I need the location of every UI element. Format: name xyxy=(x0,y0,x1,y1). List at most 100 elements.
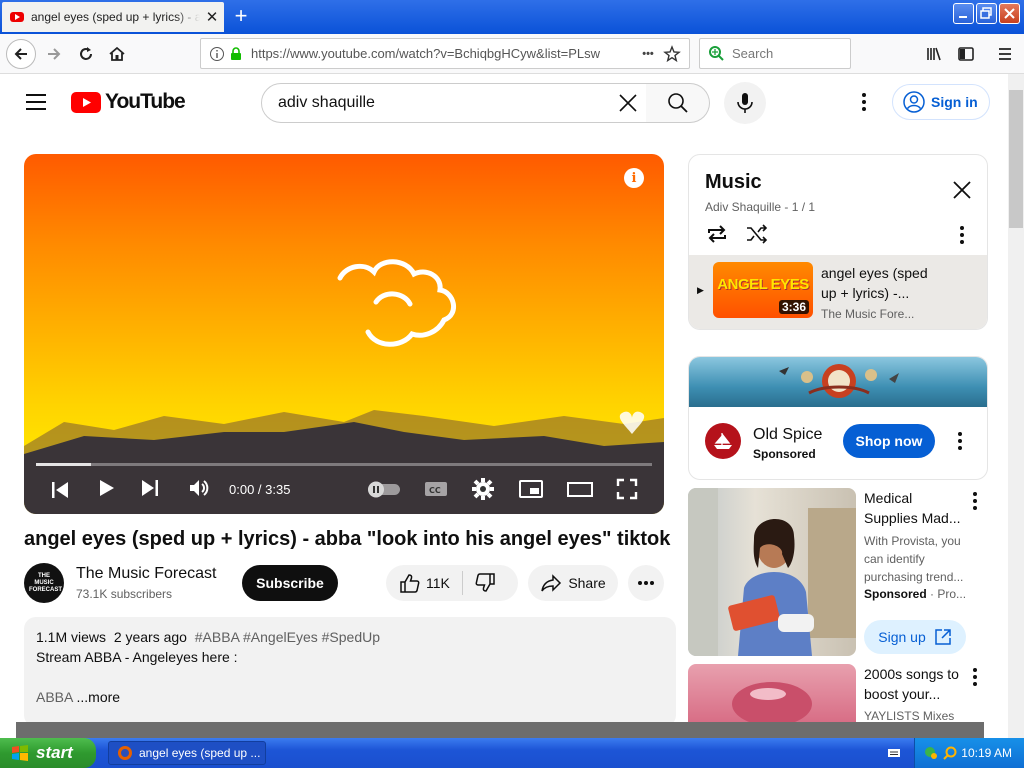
hashtags[interactable]: #ABBA #AngelEyes #SpedUp xyxy=(195,629,380,645)
show-more-link[interactable]: ...more xyxy=(76,689,120,705)
sign-up-button[interactable]: Sign up xyxy=(864,620,966,654)
autoplay-toggle-icon xyxy=(368,481,400,498)
info-icon[interactable]: i xyxy=(624,168,644,188)
lips-thumbnail-illustration xyxy=(732,682,812,722)
dislike-button[interactable] xyxy=(463,572,497,594)
fullscreen-button[interactable] xyxy=(616,478,638,500)
sign-in-label: Sign in xyxy=(931,94,978,110)
tab-title: angel eyes (sped up + lyrics) - abba xyxy=(31,10,200,24)
more-horizontal-icon xyxy=(638,581,654,585)
page-actions-icon[interactable]: ••• xyxy=(635,48,661,60)
loop-button[interactable] xyxy=(705,223,729,245)
maximize-button[interactable] xyxy=(976,3,997,24)
playlist-item-thumbnail: ANGEL EYES 3:36 xyxy=(713,262,813,318)
sponsored-video-thumbnail[interactable] xyxy=(688,488,856,656)
playlist-title[interactable]: Music xyxy=(705,171,762,194)
close-playlist-button[interactable] xyxy=(951,179,973,201)
horizontal-scrollbar[interactable] xyxy=(16,722,984,738)
guide-menu-button[interactable] xyxy=(24,92,48,112)
like-button[interactable]: 11K xyxy=(398,571,463,595)
clear-search-icon[interactable] xyxy=(616,91,640,115)
youtube-search-button[interactable] xyxy=(646,83,710,123)
system-tray: 10:19 AM xyxy=(888,738,1024,768)
more-actions-button[interactable] xyxy=(628,565,664,601)
search-icon xyxy=(667,93,688,113)
shuffle-button[interactable] xyxy=(745,223,769,245)
channel-name[interactable]: The Music Forecast xyxy=(76,565,216,583)
ad-more-icon[interactable] xyxy=(955,431,965,451)
new-tab-button[interactable]: + xyxy=(228,4,254,30)
playlist-more-icon[interactable] xyxy=(957,225,967,245)
next-button[interactable] xyxy=(140,478,160,498)
tab-close-icon[interactable]: ✕ xyxy=(200,8,224,26)
settings-more-icon[interactable] xyxy=(854,92,874,112)
nurse-illustration xyxy=(688,488,856,656)
keyboard-icon xyxy=(888,749,900,757)
account-icon xyxy=(903,91,925,113)
browser-search-field[interactable]: Search xyxy=(699,38,851,69)
mute-button[interactable] xyxy=(188,478,210,498)
description-box[interactable]: 1.1M views 2 years ago #ABBA #AngelEyes … xyxy=(24,617,676,727)
youtube-favicon-icon xyxy=(10,12,24,22)
fullscreen-icon xyxy=(616,478,638,500)
url-bar[interactable]: https://www.youtube.com/watch?v=BchiqbgH… xyxy=(200,38,690,69)
miniplayer-button[interactable] xyxy=(518,478,544,500)
sidebar-video-2-more-icon[interactable] xyxy=(970,668,980,686)
video-player[interactable]: i 0:00 / 3:35 CC xyxy=(24,154,664,514)
playlist-panel: Music Adiv Shaquille - 1 / 1 ▶ ANGEL EYE… xyxy=(688,154,988,330)
sidebar-video-2-title[interactable]: 2000s songs to boost your... xyxy=(864,664,968,704)
library-button[interactable] xyxy=(920,40,948,68)
playlist-subtitle: Adiv Shaquille - 1 / 1 xyxy=(705,200,816,214)
thumbs-down-icon xyxy=(475,573,495,592)
now-playing-indicator-icon: ▶ xyxy=(697,285,704,295)
sidebar-video-title[interactable]: Medical Supplies Mad... xyxy=(864,488,966,528)
sidebar-video-2-thumbnail[interactable] xyxy=(688,664,856,722)
playlist-item-current[interactable]: ▶ ANGEL EYES 3:36 angel eyes (sped up + … xyxy=(689,255,987,329)
sidebar-icon xyxy=(958,47,974,61)
forward-button[interactable] xyxy=(40,40,68,68)
windows-logo-icon xyxy=(12,745,28,761)
reload-button[interactable] xyxy=(72,40,100,68)
youtube-logo[interactable]: YouTube xyxy=(71,90,186,114)
channel-avatar[interactable]: THE MUSIC FORECAST xyxy=(24,563,64,603)
close-window-button[interactable] xyxy=(999,3,1020,24)
share-button[interactable]: Share xyxy=(528,565,618,601)
sidebar-video-more-icon[interactable] xyxy=(970,492,980,510)
microphone-icon xyxy=(737,93,753,113)
play-button[interactable] xyxy=(96,478,116,498)
video-frame-illustration xyxy=(24,259,664,514)
ad-card[interactable]: Old Spice Sponsored Shop now xyxy=(688,356,988,480)
minimize-button[interactable] xyxy=(953,3,974,24)
theater-mode-icon xyxy=(567,482,593,497)
settings-button[interactable] xyxy=(472,478,494,500)
browser-menu-button[interactable] xyxy=(991,40,1019,68)
like-dislike-group: 11K xyxy=(386,565,518,601)
description-line-2: ABBA xyxy=(36,689,73,705)
hamburger-menu-icon xyxy=(26,94,46,110)
start-button[interactable]: start xyxy=(0,738,96,768)
previous-button[interactable] xyxy=(50,478,70,502)
bookmark-star-icon[interactable] xyxy=(663,44,681,63)
skip-next-icon xyxy=(142,480,158,496)
back-button[interactable] xyxy=(6,39,36,69)
subtitles-button[interactable]: CC xyxy=(424,480,448,498)
taskbar-firefox-task[interactable]: angel eyes (sped up ... xyxy=(108,741,266,765)
library-icon xyxy=(927,47,941,61)
advertiser-logo[interactable] xyxy=(705,423,741,459)
thumbs-up-icon xyxy=(400,574,420,593)
playlist-item-channel: The Music Fore... xyxy=(821,307,915,321)
page-scrollbar-thumb[interactable] xyxy=(1009,90,1023,228)
sidebar-toggle-button[interactable] xyxy=(952,40,980,68)
sign-in-button[interactable]: Sign in xyxy=(892,84,990,120)
svg-text:CC: CC xyxy=(429,486,441,495)
shop-now-button[interactable]: Shop now xyxy=(843,424,935,458)
youtube-search-input[interactable]: adiv shaquille xyxy=(261,83,647,123)
voice-search-button[interactable] xyxy=(724,82,766,124)
home-button[interactable] xyxy=(103,40,131,68)
browser-tab[interactable]: angel eyes (sped up + lyrics) - abba ✕ xyxy=(2,2,224,32)
progress-track[interactable] xyxy=(36,463,652,466)
theater-mode-button[interactable] xyxy=(566,478,594,500)
subscribe-button[interactable]: Subscribe xyxy=(242,565,338,601)
ad-banner-illustration xyxy=(779,364,899,398)
autoplay-toggle[interactable] xyxy=(366,480,402,498)
